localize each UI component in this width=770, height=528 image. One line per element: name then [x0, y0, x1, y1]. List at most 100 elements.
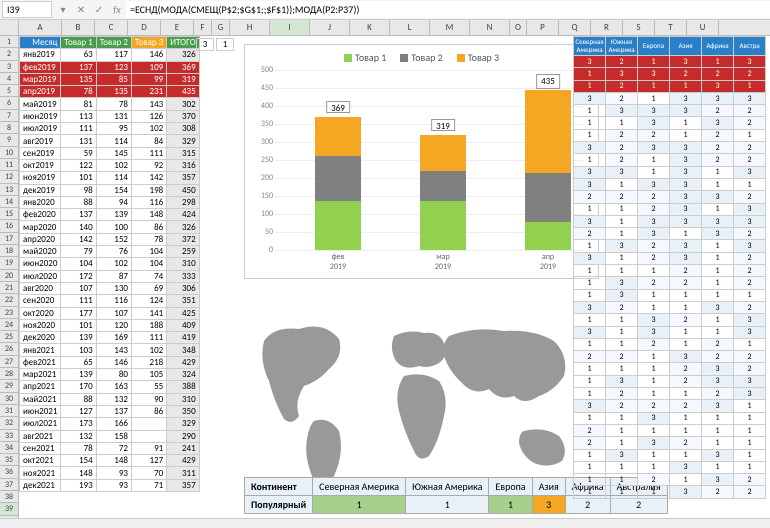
table-row[interactable]: фев2020137139148424 — [20, 209, 200, 221]
table-row[interactable]: 121131 — [574, 80, 766, 92]
table-row[interactable]: 222332 — [574, 191, 766, 203]
table-row[interactable]: янв2021103143102348 — [20, 344, 200, 356]
table-row[interactable]: июн2019113131126370 — [20, 110, 200, 122]
row-header[interactable]: 14 — [0, 196, 19, 208]
row-header[interactable]: 24 — [0, 319, 19, 331]
row-header[interactable]: 12 — [0, 171, 19, 183]
formula-input[interactable] — [126, 1, 770, 18]
table-row[interactable]: 121123 — [574, 388, 766, 400]
table-row[interactable]: ноя2019101114142357 — [20, 172, 200, 184]
table-row[interactable]: фев202165146218429 — [20, 356, 200, 368]
col-header-A[interactable]: A — [19, 20, 62, 35]
row-header[interactable]: 27 — [0, 356, 19, 368]
table-row[interactable]: авг201913111484329 — [20, 135, 200, 147]
table-row[interactable]: 321132 — [574, 301, 766, 313]
table-row[interactable]: ноя20211489370311 — [20, 467, 200, 479]
row-header[interactable]: 2 — [0, 48, 19, 60]
table-row[interactable]: фев2019137123109369 — [20, 61, 200, 73]
col-header-H[interactable]: H — [230, 20, 270, 35]
table-row[interactable]: 112313 — [574, 203, 766, 215]
row-header[interactable]: 13 — [0, 184, 19, 196]
table-row[interactable]: июл2021173166329 — [20, 418, 200, 430]
row-header[interactable]: 15 — [0, 208, 19, 220]
row-header[interactable]: 3 — [0, 61, 19, 73]
col-header-M[interactable]: M — [430, 20, 470, 35]
row-header[interactable]: 17 — [0, 233, 19, 245]
row-header[interactable]: 37 — [0, 479, 19, 491]
col-header-C[interactable]: C — [95, 20, 128, 35]
horizontal-scrollbar[interactable] — [0, 518, 770, 528]
table-row[interactable]: 113111 — [574, 412, 766, 424]
table-row[interactable]: май20198178143302 — [20, 98, 200, 110]
row-header[interactable]: 20 — [0, 270, 19, 282]
row-header[interactable]: 21 — [0, 282, 19, 294]
table-row[interactable]: янв201963117146326 — [20, 49, 200, 61]
worksheet-cells[interactable]: МесяцТовар 1Товар 2Товар 3ИТОГОянв201963… — [19, 36, 770, 528]
row-header[interactable]: 1 — [0, 36, 19, 48]
col-header-K[interactable]: K — [350, 20, 390, 35]
col-header-Q[interactable]: Q — [559, 20, 591, 35]
col-header-R[interactable]: R — [591, 20, 623, 35]
table-row[interactable]: 313333 — [574, 215, 766, 227]
table-row[interactable]: ноя2020101120188409 — [20, 319, 200, 331]
table-row[interactable]: 322231 — [574, 400, 766, 412]
table-row[interactable]: 112121 — [574, 338, 766, 350]
row-header[interactable]: 8 — [0, 122, 19, 134]
table-row[interactable]: дек20211939371357 — [20, 479, 200, 491]
row-header[interactable]: 34 — [0, 442, 19, 454]
col-header-P[interactable]: P — [527, 20, 559, 35]
table-row[interactable]: июл20201728774333 — [20, 270, 200, 282]
table-row[interactable]: мар202014010086326 — [20, 221, 200, 233]
table-row[interactable]: 221322 — [574, 351, 766, 363]
row-header[interactable]: 22 — [0, 294, 19, 306]
fx-icon[interactable]: fx — [108, 2, 126, 18]
table-row[interactable]: май20218813290310 — [20, 393, 200, 405]
table-row[interactable]: 111322 — [574, 486, 766, 498]
col-header-N[interactable]: N — [470, 20, 510, 35]
table-row[interactable]: 213132 — [574, 228, 766, 240]
col-header-D[interactable]: D — [128, 20, 161, 35]
table-row[interactable]: 132313 — [574, 240, 766, 252]
table-row[interactable]: июл201911195102308 — [20, 123, 200, 135]
row-header[interactable]: 36 — [0, 466, 19, 478]
col-header-L[interactable]: L — [390, 20, 430, 35]
col-header-U[interactable]: U — [687, 20, 719, 35]
table-row[interactable]: сен201959145111315 — [20, 147, 200, 159]
table-row[interactable]: апр202014215278372 — [20, 233, 200, 245]
col-header-T[interactable]: T — [655, 20, 687, 35]
table-row[interactable]: 313311 — [574, 178, 766, 190]
table-row[interactable]: 331313 — [574, 166, 766, 178]
table-row[interactable]: 323322 — [574, 142, 766, 154]
table-row[interactable]: 313113 — [574, 326, 766, 338]
row-header[interactable]: 30 — [0, 393, 19, 405]
table-row[interactable]: июн202112713786350 — [20, 405, 200, 417]
table-row[interactable]: 321313 — [574, 56, 766, 68]
dropdown-icon[interactable]: ▾ — [54, 2, 72, 18]
row-header[interactable]: 16 — [0, 220, 19, 232]
table-row[interactable]: окт201912210292316 — [20, 159, 200, 171]
table-row[interactable]: янв20208894116298 — [20, 196, 200, 208]
row-header[interactable]: 10 — [0, 147, 19, 159]
col-header-S[interactable]: S — [623, 20, 655, 35]
row-header[interactable]: 28 — [0, 368, 19, 380]
table-row[interactable]: 132212 — [574, 277, 766, 289]
table-row[interactable]: 211111 — [574, 424, 766, 436]
row-header[interactable]: 5 — [0, 85, 19, 97]
row-header[interactable]: 9 — [0, 134, 19, 146]
col-header-B[interactable]: B — [62, 20, 95, 35]
accept-icon[interactable]: ✓ — [90, 2, 108, 18]
table-row[interactable]: 113213 — [574, 314, 766, 326]
table-row[interactable]: окт2020177107141425 — [20, 307, 200, 319]
table-row[interactable]: мар20191358599319 — [20, 73, 200, 85]
table-row[interactable]: 121322 — [574, 154, 766, 166]
table-row[interactable]: авг202010713069306 — [20, 282, 200, 294]
col-header-F[interactable]: F — [194, 20, 212, 35]
row-header[interactable]: 26 — [0, 343, 19, 355]
row-header[interactable]: 33 — [0, 430, 19, 442]
table-row[interactable]: 133222 — [574, 68, 766, 80]
table-row[interactable]: 131111 — [574, 289, 766, 301]
table-row[interactable]: дек201998154198450 — [20, 184, 200, 196]
table-row[interactable]: 133322 — [574, 105, 766, 117]
table-row[interactable]: 112132 — [574, 474, 766, 486]
table-row[interactable]: окт2021154148127429 — [20, 455, 200, 467]
